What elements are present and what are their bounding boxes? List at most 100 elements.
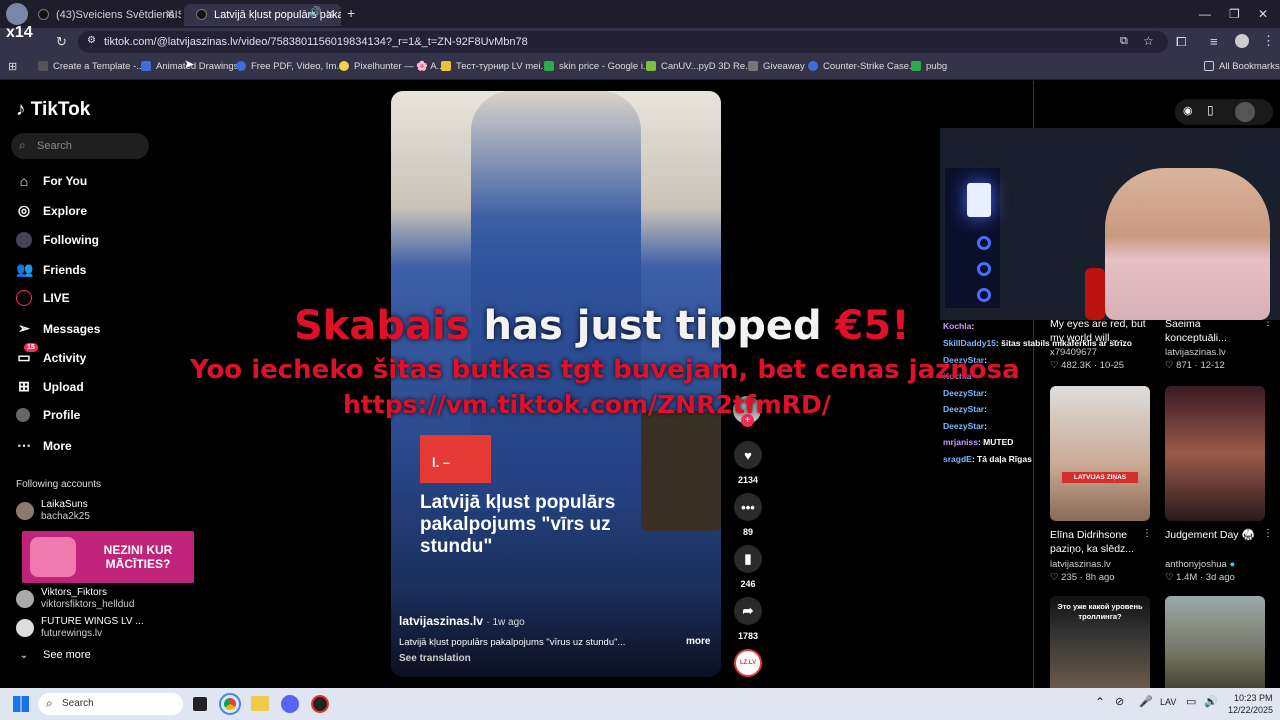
profile-icon xyxy=(16,408,30,422)
close-window-icon[interactable]: ✕ xyxy=(1258,7,1268,21)
video-thumbnail[interactable] xyxy=(1165,386,1265,521)
clock-time[interactable]: 10:23 PM xyxy=(1234,693,1273,703)
video-author[interactable]: latvijaszinas.lv · 1w ago xyxy=(399,614,525,628)
nav-friends[interactable]: 👥 Friends xyxy=(16,261,86,278)
close-icon[interactable]: ✕ xyxy=(325,7,335,21)
nav-following[interactable]: Following xyxy=(16,232,99,248)
address-bar[interactable]: ⚙ tiktok.com/@latvijaszinas.lv/video/758… xyxy=(78,31,1168,53)
see-more-button[interactable]: ⌄ See more xyxy=(16,649,91,661)
file-explorer-icon[interactable] xyxy=(251,696,269,711)
share-icon: ➦ xyxy=(734,597,762,625)
card-menu-icon[interactable]: ⋮ xyxy=(1142,528,1152,539)
chat-line: DeezyStar: xyxy=(943,421,987,431)
cast-icon[interactable]: ⧉ xyxy=(1120,35,1128,48)
fan-icon xyxy=(977,262,991,276)
tab-tiktok[interactable]: Latvijā kļust populārs pakal 🔊 ✕ xyxy=(184,4,341,26)
speaker-icon[interactable]: 🔊 xyxy=(309,7,321,18)
card-title[interactable]: Saeima konceptuāli... xyxy=(1165,317,1245,345)
all-bookmarks[interactable]: All Bookmarks xyxy=(1204,61,1280,72)
media-icon[interactable]: ≡ xyxy=(1210,34,1218,49)
ad-banner[interactable]: NEZINI KUR MĀCĪTIES? xyxy=(22,531,194,583)
speaker-icon[interactable]: 🔊 xyxy=(1204,695,1218,708)
bookmark-favicon-icon xyxy=(339,61,349,71)
activity-badge: 15 xyxy=(24,343,38,352)
nav-upload[interactable]: ⊞ Upload xyxy=(16,378,84,395)
like-button[interactable]: ♥ 2134 xyxy=(734,441,762,485)
bookmark-item[interactable]: CanUV...pyD 3D Re... xyxy=(646,61,753,72)
bookmark-item[interactable]: Giveaway xyxy=(748,61,805,72)
user-avatar[interactable] xyxy=(1235,102,1255,122)
search-icon: ⌕ xyxy=(46,696,53,710)
bookmark-item[interactable]: Pixelhunter — 🌸 A... xyxy=(339,61,445,72)
sound-avatar[interactable]: LZ.LV xyxy=(734,649,762,677)
bookmark-item[interactable]: Create a Template -... xyxy=(38,61,144,72)
reload-icon[interactable]: ↻ xyxy=(56,34,67,50)
maximize-icon[interactable]: ❐ xyxy=(1229,7,1240,21)
monitor-icon[interactable]: ▭ xyxy=(1186,695,1196,708)
bookmark-item[interactable]: pubg xyxy=(911,61,947,72)
taskbar-search[interactable]: ⌕ Search xyxy=(38,693,183,715)
share-button[interactable]: ➦ 1783 xyxy=(734,597,762,641)
menu-icon[interactable]: ⋮ xyxy=(1262,33,1275,49)
card-author[interactable]: x79409677 xyxy=(1050,347,1097,358)
profile-avatar[interactable] xyxy=(1235,34,1249,48)
card-menu-icon[interactable]: ⋮ xyxy=(1263,528,1273,539)
nav-live[interactable]: LIVE xyxy=(16,290,70,306)
ad-text: NEZINI KUR MĀCĪTIES? xyxy=(103,543,173,571)
minimize-icon[interactable]: — xyxy=(1199,7,1211,21)
video-thumbnail[interactable]: LATVIJAS ZIŅAS xyxy=(1050,386,1150,521)
card-title[interactable]: Judgement Day 🥋 xyxy=(1165,528,1265,542)
search-input[interactable]: ⌕ Search xyxy=(11,133,149,159)
nav-messages[interactable]: ➢ Messages xyxy=(16,320,100,337)
video-thumbnail[interactable]: Это уже какой уровень троллинга? xyxy=(1050,596,1150,688)
chevron-up-icon[interactable]: ⌃ xyxy=(1095,695,1105,709)
site-info-icon[interactable]: ⚙ xyxy=(87,35,96,46)
nav-explore[interactable]: ◎ Explore xyxy=(16,202,87,219)
tab-bar: x14 (43)Sveiciens SvētdienāISveicie ✕ La… xyxy=(0,0,1280,41)
bookmark-item[interactable]: skin price - Google i... xyxy=(544,61,651,72)
comment-button[interactable]: ••• 89 xyxy=(734,493,762,537)
nav-activity[interactable]: ▭ Activity 15 xyxy=(16,343,86,366)
camera-icon[interactable]: ◉ xyxy=(1183,104,1193,117)
thumb-label: LATVIJAS ZIŅAS xyxy=(1062,472,1138,483)
microphone-icon[interactable]: 🎤 xyxy=(1139,695,1153,708)
nav-more[interactable]: ⋯ More xyxy=(16,437,72,454)
caption-more-button[interactable]: more xyxy=(686,636,710,647)
video-person-shape xyxy=(471,91,641,511)
language-indicator[interactable]: LAV xyxy=(1160,697,1176,707)
video-thumbnail[interactable] xyxy=(1165,596,1265,688)
fan-icon xyxy=(977,288,991,302)
see-translation-link[interactable]: See translation xyxy=(399,653,471,664)
microphone xyxy=(1085,268,1105,320)
search-icon: ⌕ xyxy=(19,138,26,152)
save-button[interactable]: ▮ 246 xyxy=(734,545,762,589)
top-icons: ◉ ▯ xyxy=(1175,99,1273,125)
app-icon[interactable] xyxy=(311,695,329,713)
clock-date[interactable]: 12/22/2025 xyxy=(1228,705,1273,715)
discord-icon[interactable] xyxy=(281,695,299,713)
extensions-icon[interactable]: ⧠ xyxy=(1176,34,1186,50)
nav-profile[interactable]: Profile xyxy=(16,408,80,422)
task-view-icon[interactable] xyxy=(193,697,207,711)
tip-link: https://vm.tiktok.com/ZNR2tfmRD/ xyxy=(343,390,831,419)
home-icon: ⌂ xyxy=(19,173,29,189)
bookmark-item[interactable]: Free PDF, Video, Im... xyxy=(236,61,344,72)
bookmark-item[interactable]: Тест-турнир LV mei... xyxy=(441,61,548,72)
apps-icon[interactable]: ⊞ xyxy=(8,60,17,73)
tiktok-logo[interactable]: ♪ TikTok xyxy=(16,99,90,121)
windows-start-icon[interactable] xyxy=(13,696,29,712)
card-stats: ♡ 871 · 12-12 xyxy=(1165,360,1225,371)
tab-youtube[interactable]: (43)Sveiciens SvētdienāISveicie ✕ xyxy=(26,4,181,26)
bookmark-star-icon[interactable]: ☆ xyxy=(1143,34,1154,48)
phone-icon[interactable]: ▯ xyxy=(1207,103,1214,117)
chrome-icon[interactable] xyxy=(219,693,241,715)
network-off-icon[interactable]: ⊘ xyxy=(1115,695,1124,708)
card-author[interactable]: anthonyjoshua ● xyxy=(1165,559,1235,570)
card-author[interactable]: latvijaszinas.lv xyxy=(1050,559,1111,570)
close-icon[interactable]: ✕ xyxy=(165,7,175,21)
streamer-figure xyxy=(1105,168,1270,320)
card-author[interactable]: latvijaszinas.lv xyxy=(1165,347,1226,358)
nav-for-you[interactable]: ⌂ For You xyxy=(16,173,87,189)
new-tab-button[interactable]: + xyxy=(347,5,355,21)
bookmark-item[interactable]: Counter-Strike Case... xyxy=(808,61,917,72)
